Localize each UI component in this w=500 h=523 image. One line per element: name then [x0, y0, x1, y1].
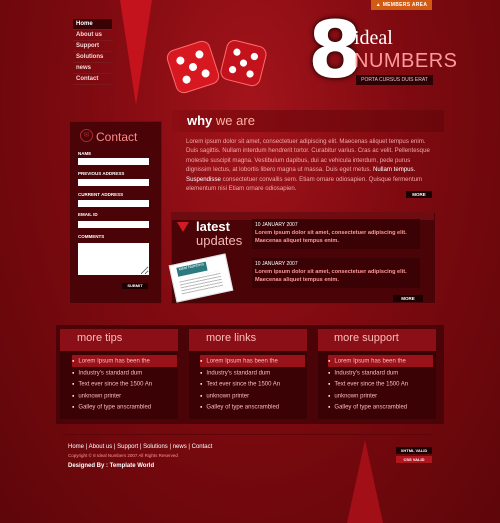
support-list: Lorem Ipsum has been the Industry's stan… [328, 355, 433, 413]
top-nav: Home About us Support Solutions news Con… [73, 19, 113, 85]
footer-link-contact[interactable]: Contact [192, 444, 213, 450]
logo-tagline: PORTA CURSUS DUIS ERAT [356, 75, 433, 85]
news-body: Lorem ipsum dolor sit amet, consectetuer… [255, 230, 407, 245]
members-lock-icon: ▲ [375, 2, 383, 8]
submit-button[interactable]: SUBMIT [122, 283, 148, 289]
news-item[interactable]: 10 JANUARY 2007 Lorem ipsum dolor sit am… [252, 258, 420, 288]
members-area-button[interactable]: ▲ MEMBERS AREA [371, 0, 432, 10]
links-title: more links [206, 332, 256, 344]
current-address-label: CURRENT ADDRESS [78, 192, 124, 197]
copyright: Copyright © 8 Ideal Numbers 2007 All Rig… [68, 453, 178, 458]
latest-more-button[interactable]: MORE [393, 295, 423, 302]
news-item[interactable]: 10 JANUARY 2007 Lorem ipsum dolor sit am… [252, 219, 420, 249]
list-item[interactable]: Galley of type anscrambled [328, 401, 433, 413]
list-item[interactable]: Lorem Ipsum has been the [72, 355, 177, 367]
current-address-field[interactable] [78, 200, 149, 207]
footer-divider [62, 434, 434, 435]
news-date: 10 JANUARY 2007 [255, 222, 298, 228]
tips-title-rest: tips [105, 332, 123, 344]
nav-about-us[interactable]: About us [73, 30, 113, 41]
why-more-button[interactable]: MORE [406, 191, 432, 198]
members-area-label: MEMBERS AREA [382, 2, 428, 8]
list-item[interactable]: unknown printer [328, 390, 433, 402]
previous-address-field[interactable] [78, 179, 149, 186]
dice-icon [166, 40, 267, 94]
list-item[interactable]: unknown printer [200, 390, 305, 402]
news-body: Lorem ipsum dolor sit amet, consectetuer… [255, 269, 407, 284]
list-item[interactable]: unknown printer [72, 390, 177, 402]
latest-title: latest [196, 219, 230, 234]
decorative-cone [120, 0, 152, 105]
why-text-tail: consectetuer convallis sem. Etiam ornare… [186, 175, 423, 193]
why-title: why we are [187, 113, 255, 128]
nav-support[interactable]: Support [73, 41, 113, 52]
support-title: more support [334, 332, 399, 344]
email-label: EMAIL ID [78, 212, 98, 217]
contact-title: Contact [96, 130, 138, 144]
name-field[interactable] [78, 158, 149, 165]
previous-address-label: PREVIOUS ADDRESS [78, 171, 125, 176]
footer-link-home[interactable]: Home [68, 444, 84, 450]
why-text: Lorem ipsum dolor sit amet, consectetuer… [186, 137, 436, 193]
arrow-down-icon [177, 222, 189, 232]
xhtml-valid-badge[interactable]: XHTML VALID [396, 447, 432, 454]
list-item[interactable]: Lorem Ipsum has been the [328, 355, 433, 367]
logo-word-ideal: ideal [354, 27, 393, 49]
links-list: Lorem Ipsum has been the Industry's stan… [200, 355, 305, 413]
footer-links: Home | About us | Support | Solutions | … [68, 444, 213, 450]
email-field[interactable] [78, 221, 149, 228]
designed-by: Designed By : Template World [68, 463, 155, 469]
nav-solutions[interactable]: Solutions [73, 52, 113, 63]
links-title-rest: links [234, 332, 257, 344]
why-title-rest: we are [215, 113, 255, 128]
footer-link-news[interactable]: news [173, 444, 187, 450]
nav-contact[interactable]: Contact [73, 74, 113, 85]
list-item[interactable]: Text ever since the 1500 An [328, 378, 433, 390]
footer-link-about-us[interactable]: About us [89, 444, 113, 450]
list-item[interactable]: Industry's standard dum [72, 367, 177, 379]
footer-link-support[interactable]: Support [117, 444, 138, 450]
list-item[interactable]: Lorem Ipsum has been the [200, 355, 305, 367]
nav-news[interactable]: news [73, 63, 113, 74]
news-date: 10 JANUARY 2007 [255, 261, 298, 267]
list-item[interactable]: Galley of type anscrambled [200, 401, 305, 413]
comments-label: COMMENTS [78, 234, 105, 239]
css-valid-badge[interactable]: CSS VALID [396, 456, 432, 463]
contact-icon: ✉ [80, 129, 93, 142]
tips-list: Lorem Ipsum has been the Industry's stan… [72, 355, 177, 413]
support-title-rest: support [362, 332, 399, 344]
logo-word-numbers: NUMBERS [354, 50, 458, 72]
nav-home[interactable]: Home [73, 19, 112, 30]
name-label: NAME [78, 151, 92, 156]
tips-title: more tips [77, 332, 122, 344]
support-title-first: more [334, 332, 360, 344]
tips-title-first: more [77, 332, 103, 344]
comments-field[interactable] [78, 243, 149, 275]
why-title-bold: why [187, 113, 213, 128]
updates-title: updates [196, 233, 243, 248]
list-item[interactable]: Text ever since the 1500 An [72, 378, 177, 390]
list-item[interactable]: Industry's standard dum [200, 367, 305, 379]
footer-link-solutions[interactable]: Solutions [143, 444, 168, 450]
links-title-first: more [206, 332, 232, 344]
decorative-cone-footer [347, 440, 383, 523]
list-item[interactable]: Galley of type anscrambled [72, 401, 177, 413]
list-item[interactable]: Industry's standard dum [328, 367, 433, 379]
list-item[interactable]: Text ever since the 1500 An [200, 378, 305, 390]
